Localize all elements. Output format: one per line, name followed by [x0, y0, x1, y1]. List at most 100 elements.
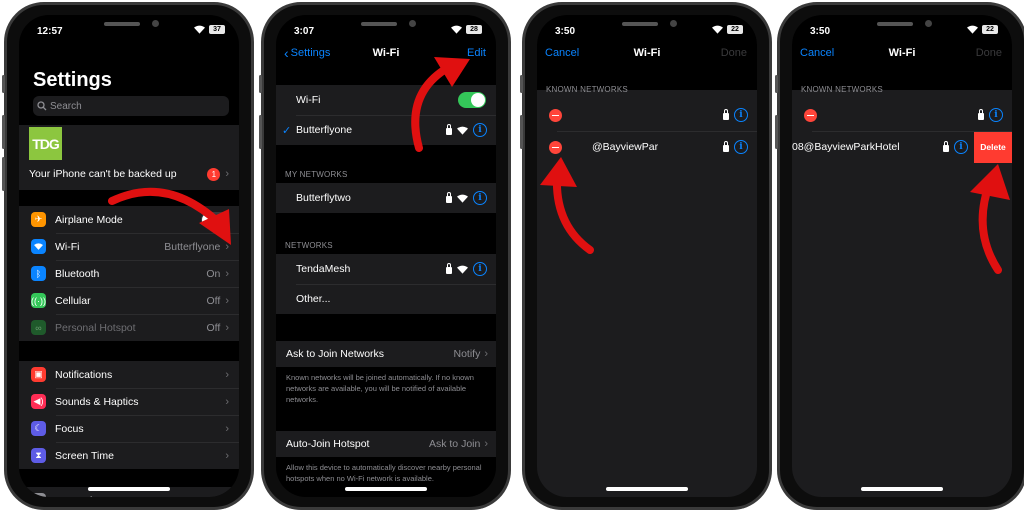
back-button[interactable]: ‹ Settings: [284, 45, 331, 61]
notch: [66, 15, 192, 37]
settings-row-sounds[interactable]: ◀) Sounds & Haptics ›: [19, 388, 239, 415]
remove-icon[interactable]: [804, 108, 817, 122]
my-networks-header: MY NETWORKS: [285, 170, 348, 179]
home-indicator[interactable]: [88, 487, 170, 491]
home-indicator[interactable]: [345, 487, 427, 491]
info-icon[interactable]: i: [989, 108, 1003, 122]
phone-edit-networks: 3:50 22 Cancel Wi-Fi Done KNOWN NETWORKS…: [520, 2, 772, 510]
settings-row-wifi[interactable]: Wi-Fi Butterflyone ›: [19, 233, 239, 260]
done-button[interactable]: Done: [976, 47, 1002, 59]
info-icon[interactable]: i: [473, 191, 487, 205]
known-networks-header: KNOWN NETWORKS: [801, 85, 883, 94]
settings-row-personal-hotspot[interactable]: ∞ Personal Hotspot Off ›: [19, 314, 239, 341]
row-value: Off: [206, 294, 221, 307]
wifi-icon: [31, 239, 46, 254]
ask-to-join-row[interactable]: Ask to Join Networks Notify ›: [276, 341, 496, 367]
edit-button[interactable]: Edit: [467, 47, 486, 59]
settings-screen: 12:57 37 Settings Search TDG Your iPhone…: [19, 15, 239, 497]
settings-row-notifications[interactable]: ▣ Notifications ›: [19, 361, 239, 388]
known-networks-header: KNOWN NETWORKS: [546, 85, 628, 94]
wifi-signal-icon: [457, 265, 468, 274]
delete-button[interactable]: Delete: [974, 131, 1012, 163]
chevron-right-icon: ›: [225, 267, 229, 280]
auto-join-row[interactable]: Auto-Join Hotspot Ask to Join ›: [276, 431, 496, 457]
chevron-right-icon: ›: [225, 294, 229, 307]
known-network-row[interactable]: @BayviewPar i: [537, 131, 757, 163]
network-name: Butterflyone: [296, 124, 353, 136]
settings-row-screen-time[interactable]: ⧗ Screen Time ›: [19, 442, 239, 469]
navigation-bar: Cancel Wi-Fi Done: [537, 47, 757, 67]
done-button[interactable]: Done: [721, 47, 747, 59]
info-icon[interactable]: i: [734, 108, 748, 122]
battery-icon: 28: [466, 25, 482, 34]
search-placeholder: Search: [50, 100, 82, 112]
known-network-row[interactable]: i: [792, 99, 1012, 131]
settings-row-bluetooth[interactable]: ᛒ Bluetooth On ›: [19, 260, 239, 287]
row-label: Focus: [55, 422, 84, 435]
row-label: Wi-Fi: [296, 94, 321, 106]
known-network-row[interactable]: i: [537, 99, 757, 131]
settings-row-airplane-mode[interactable]: ✈ Airplane Mode: [19, 206, 239, 233]
lock-icon: [978, 108, 984, 120]
backup-notice-label: Your iPhone can't be backed up: [29, 168, 177, 180]
row-label: Sounds & Haptics: [55, 395, 139, 408]
network-row[interactable]: Butterflytwo i: [276, 183, 496, 213]
auto-join-footer: Allow this device to automatically disco…: [286, 463, 482, 483]
network-name: Butterflytwo: [296, 192, 351, 204]
sounds-icon: ◀): [31, 394, 46, 409]
notifications-group: ▣ Notifications › ◀) Sounds & Haptics › …: [19, 361, 239, 469]
home-indicator[interactable]: [606, 487, 688, 491]
ask-to-join-group: Ask to Join Networks Notify ›: [276, 341, 496, 367]
chevron-right-icon: ›: [225, 449, 229, 462]
chevron-right-icon: ›: [225, 368, 229, 381]
other-network-row[interactable]: Other...: [276, 284, 496, 314]
chevron-left-icon: ‹: [284, 45, 289, 61]
remove-icon[interactable]: [549, 108, 562, 122]
lock-icon: [446, 123, 452, 135]
search-input[interactable]: Search: [33, 96, 229, 116]
wifi-toggle[interactable]: [458, 92, 486, 108]
lock-icon: [446, 262, 452, 274]
wifi-signal-icon: [457, 194, 468, 203]
wifi-signal-icon: [967, 25, 978, 34]
cancel-button[interactable]: Cancel: [800, 47, 834, 59]
info-icon[interactable]: i: [473, 262, 487, 276]
settings-row-cellular[interactable]: ((·)) Cellular Off ›: [19, 287, 239, 314]
tutorial-collage: 12:57 37 Settings Search TDG Your iPhone…: [0, 0, 1024, 512]
wifi-signal-icon: [712, 25, 723, 34]
lock-icon: [446, 191, 452, 203]
phone-delete-network: 3:50 22 Cancel Wi-Fi Done KNOWN NETWORKS…: [775, 2, 1024, 510]
page-title: Settings: [33, 69, 112, 91]
row-label: General: [55, 495, 92, 498]
info-icon[interactable]: i: [734, 140, 748, 154]
connected-network-row[interactable]: ✓ Butterflyone i: [276, 115, 496, 145]
delete-network-screen: 3:50 22 Cancel Wi-Fi Done KNOWN NETWORKS…: [792, 15, 1012, 497]
network-row[interactable]: TendaMesh i: [276, 254, 496, 284]
profile-avatar[interactable]: TDG: [29, 127, 62, 160]
home-indicator[interactable]: [861, 487, 943, 491]
settings-row-focus[interactable]: ☾ Focus ›: [19, 415, 239, 442]
back-label: Settings: [290, 47, 331, 59]
info-icon[interactable]: i: [954, 140, 968, 154]
airplane-mode-toggle[interactable]: [201, 211, 229, 228]
row-label: Ask to Join Networks: [286, 348, 385, 360]
notifications-icon: ▣: [31, 367, 46, 382]
row-value: On: [206, 267, 221, 280]
backup-notice-row[interactable]: Your iPhone can't be backed up 1 ›: [19, 160, 239, 188]
chevron-right-icon: ›: [225, 422, 229, 435]
battery-icon: 22: [982, 25, 998, 34]
cancel-button[interactable]: Cancel: [545, 47, 579, 59]
status-time: 3:07: [294, 26, 315, 37]
edit-networks-screen: 3:50 22 Cancel Wi-Fi Done KNOWN NETWORKS…: [537, 15, 757, 497]
known-network-row-swiped[interactable]: 08@BayviewParkHotel i Delete: [792, 131, 1012, 163]
lock-icon: [723, 140, 729, 152]
chevron-right-icon: ›: [225, 495, 229, 498]
networks-header: NETWORKS: [285, 241, 333, 250]
wifi-screen: 3:07 28 ‹ Settings Wi-Fi Edit Wi-Fi ✓ But…: [276, 15, 496, 497]
info-icon[interactable]: i: [473, 123, 487, 137]
remove-icon[interactable]: [549, 140, 562, 154]
other-label: Other...: [296, 293, 331, 305]
chevron-right-icon: ›: [484, 348, 488, 360]
wifi-group: Wi-Fi ✓ Butterflyone i: [276, 85, 496, 145]
ask-to-join-footer: Known networks will be joined automatica…: [286, 373, 474, 404]
